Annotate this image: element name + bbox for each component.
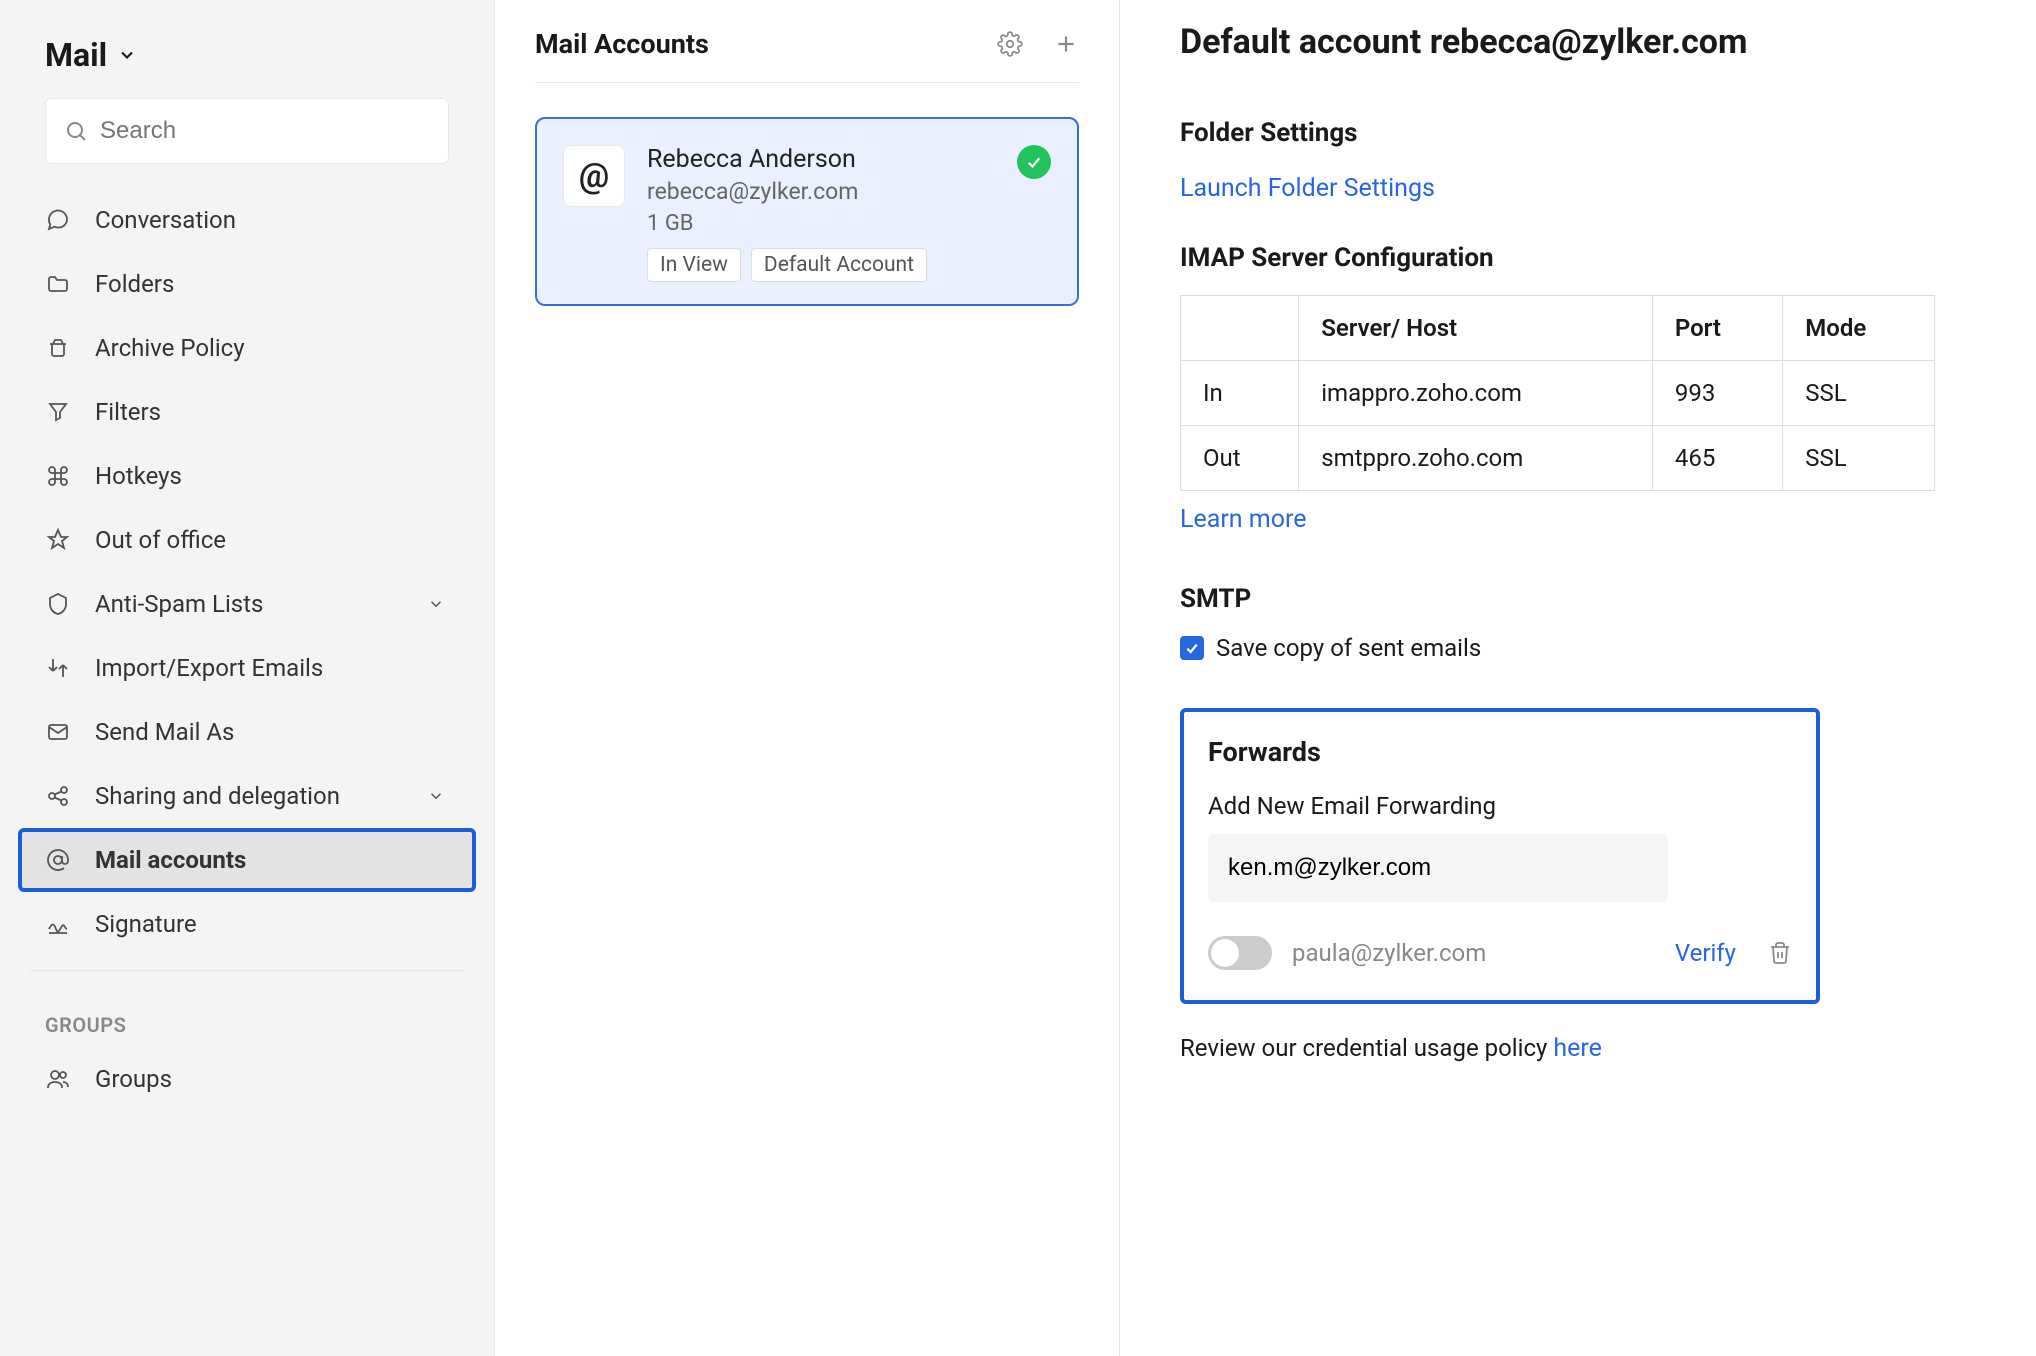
- search-input[interactable]: [100, 117, 430, 145]
- command-icon: [45, 463, 71, 489]
- sidebar-item-groups[interactable]: Groups: [0, 1047, 494, 1111]
- table-row: Out smtppro.zoho.com 465 SSL: [1181, 426, 1935, 491]
- forward-email-input[interactable]: [1208, 834, 1668, 902]
- launch-folder-settings-link[interactable]: Launch Folder Settings: [1180, 174, 1435, 203]
- sidebar-item-sharing[interactable]: Sharing and delegation: [0, 764, 494, 828]
- forwards-sub: Add New Email Forwarding: [1208, 792, 1792, 820]
- sidebar: Mail Conversation Folders Archive Policy…: [0, 0, 495, 1356]
- col-server: Server/ Host: [1299, 296, 1653, 361]
- nav-label: Groups: [95, 1065, 172, 1093]
- policy-link[interactable]: here: [1553, 1034, 1602, 1063]
- nav-label: Anti-Spam Lists: [95, 590, 263, 618]
- forwards-heading: Forwards: [1208, 736, 1792, 768]
- badge-default: Default Account: [751, 248, 927, 282]
- nav-label: Out of office: [95, 526, 226, 554]
- gear-icon[interactable]: [997, 31, 1023, 57]
- search-icon: [64, 119, 88, 143]
- sidebar-item-import-export[interactable]: Import/Export Emails: [0, 636, 494, 700]
- chevron-down-icon: [423, 591, 449, 617]
- account-email: rebecca@zylker.com: [647, 178, 1051, 205]
- account-avatar: @: [563, 145, 625, 207]
- check-circle-icon: [1017, 145, 1051, 179]
- sidebar-item-conversation[interactable]: Conversation: [0, 188, 494, 252]
- detail-title: Default account rebecca@zylker.com: [1180, 22, 1976, 62]
- chevron-down-icon: [117, 45, 137, 65]
- send-as-icon: [45, 719, 71, 745]
- trash-icon[interactable]: [1768, 941, 1792, 965]
- search-input-container[interactable]: [45, 98, 449, 164]
- verify-button[interactable]: Verify: [1675, 939, 1736, 967]
- sidebar-item-anti-spam[interactable]: Anti-Spam Lists: [0, 572, 494, 636]
- learn-more-link[interactable]: Learn more: [1180, 505, 1306, 534]
- sidebar-item-signature[interactable]: Signature: [0, 892, 494, 956]
- share-icon: [45, 783, 71, 809]
- nav-label: Conversation: [95, 206, 236, 234]
- groups-icon: [45, 1066, 71, 1092]
- signature-icon: [45, 911, 71, 937]
- import-export-icon: [45, 655, 71, 681]
- account-name: Rebecca Anderson: [647, 145, 1051, 174]
- nav-label: Hotkeys: [95, 462, 182, 490]
- save-copy-checkbox[interactable]: [1180, 636, 1204, 660]
- sidebar-item-hotkeys[interactable]: Hotkeys: [0, 444, 494, 508]
- pending-forward-email: paula@zylker.com: [1292, 939, 1655, 967]
- nav-label: Send Mail As: [95, 718, 234, 746]
- col-port: Port: [1652, 296, 1782, 361]
- imap-table: Server/ Host Port Mode In imappro.zoho.c…: [1180, 295, 1935, 491]
- sidebar-item-filters[interactable]: Filters: [0, 380, 494, 444]
- nav-label: Sharing and delegation: [95, 782, 340, 810]
- imap-heading: IMAP Server Configuration: [1180, 243, 1976, 273]
- chevron-down-icon: [423, 783, 449, 809]
- nav-label: Folders: [95, 270, 174, 298]
- account-card[interactable]: @ Rebecca Anderson rebecca@zylker.com 1 …: [535, 117, 1079, 306]
- divider: [30, 970, 464, 971]
- sidebar-title: Mail: [45, 36, 107, 74]
- archive-icon: [45, 335, 71, 361]
- forward-toggle[interactable]: [1208, 936, 1272, 970]
- accounts-title: Mail Accounts: [535, 28, 709, 60]
- folder-icon: [45, 271, 71, 297]
- folder-settings-heading: Folder Settings: [1180, 118, 1976, 148]
- account-size: 1 GB: [647, 211, 1051, 236]
- policy-text: Review our credential usage policy here: [1180, 1034, 1976, 1063]
- mail-menu-dropdown[interactable]: Mail: [0, 24, 494, 98]
- sidebar-item-send-mail-as[interactable]: Send Mail As: [0, 700, 494, 764]
- accounts-header: Mail Accounts: [535, 28, 1079, 83]
- save-copy-label: Save copy of sent emails: [1216, 634, 1481, 662]
- airplane-icon: [45, 527, 71, 553]
- nav-label: Import/Export Emails: [95, 654, 323, 682]
- smtp-heading: SMTP: [1180, 584, 1976, 614]
- forwards-panel: Forwards Add New Email Forwarding paula@…: [1180, 708, 1820, 1004]
- table-row: In imappro.zoho.com 993 SSL: [1181, 361, 1935, 426]
- conversation-icon: [45, 207, 71, 233]
- sidebar-item-mail-accounts[interactable]: Mail accounts: [18, 828, 476, 892]
- sidebar-item-folders[interactable]: Folders: [0, 252, 494, 316]
- nav-label: Filters: [95, 398, 161, 426]
- filter-icon: [45, 399, 71, 425]
- sidebar-item-out-of-office[interactable]: Out of office: [0, 508, 494, 572]
- shield-icon: [45, 591, 71, 617]
- at-sign-icon: [45, 847, 71, 873]
- detail-pane: Default account rebecca@zylker.com Folde…: [1120, 0, 2036, 1356]
- badge-in-view: In View: [647, 248, 741, 282]
- groups-section-label: GROUPS: [0, 985, 494, 1047]
- nav-label: Archive Policy: [95, 334, 245, 362]
- accounts-column: Mail Accounts @ Rebecca Anderson rebecca…: [495, 0, 1120, 1356]
- nav-label: Signature: [95, 910, 197, 938]
- col-mode: Mode: [1783, 296, 1935, 361]
- add-account-icon[interactable]: [1053, 31, 1079, 57]
- sidebar-item-archive-policy[interactable]: Archive Policy: [0, 316, 494, 380]
- nav-label: Mail accounts: [95, 846, 246, 874]
